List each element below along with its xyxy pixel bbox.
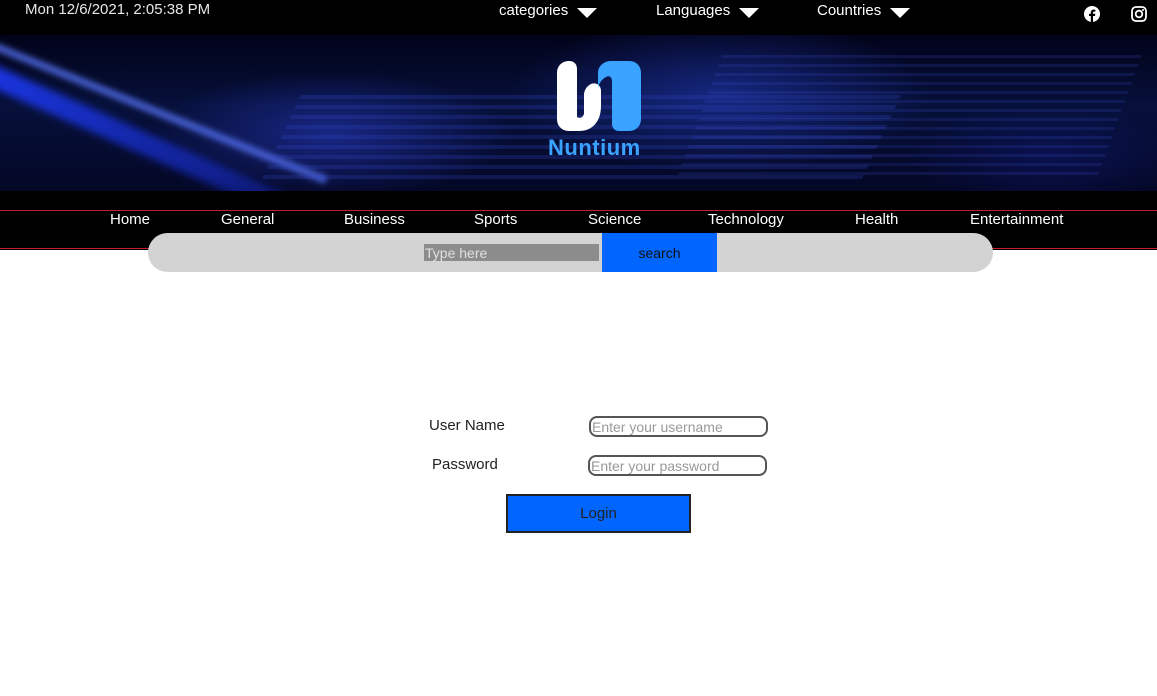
username-label: User Name bbox=[429, 417, 505, 434]
datetime: Mon 12/6/2021, 2:05:38 PM bbox=[25, 1, 211, 18]
nav-item-entertainment[interactable]: Entertainment bbox=[970, 211, 1063, 228]
countries-dropdown[interactable]: Countries bbox=[817, 2, 911, 19]
nav-item-health[interactable]: Health bbox=[855, 211, 898, 228]
languages-dropdown-label: Languages bbox=[656, 2, 731, 19]
top-bar: Mon 12/6/2021, 2:05:38 PM categories Lan… bbox=[0, 0, 1157, 35]
search-input[interactable] bbox=[424, 244, 599, 261]
nav-item-sports[interactable]: Sports bbox=[474, 211, 517, 228]
categories-dropdown[interactable]: categories bbox=[499, 2, 598, 19]
password-field[interactable] bbox=[588, 455, 767, 476]
instagram-icon[interactable] bbox=[1131, 6, 1147, 22]
search-button[interactable]: search bbox=[602, 233, 717, 272]
username-field[interactable] bbox=[589, 416, 768, 437]
login-button[interactable]: Login bbox=[506, 494, 691, 533]
nav-item-general[interactable]: General bbox=[221, 211, 274, 228]
brand-name: Nuntium bbox=[548, 135, 641, 160]
nav-item-business[interactable]: Business bbox=[344, 211, 405, 228]
hero-banner: Nuntium bbox=[0, 35, 1157, 191]
caret-down-icon bbox=[739, 8, 760, 18]
nav-item-science[interactable]: Science bbox=[588, 211, 641, 228]
categories-dropdown-label: categories bbox=[499, 2, 569, 19]
caret-down-icon bbox=[577, 8, 598, 18]
search-bar: search bbox=[148, 233, 993, 272]
languages-dropdown[interactable]: Languages bbox=[656, 2, 760, 19]
nav-item-home[interactable]: Home bbox=[110, 211, 150, 228]
facebook-icon[interactable] bbox=[1084, 6, 1100, 22]
caret-down-icon bbox=[890, 8, 911, 18]
nav-item-technology[interactable]: Technology bbox=[708, 211, 784, 228]
password-label: Password bbox=[432, 456, 498, 473]
countries-dropdown-label: Countries bbox=[817, 2, 882, 19]
